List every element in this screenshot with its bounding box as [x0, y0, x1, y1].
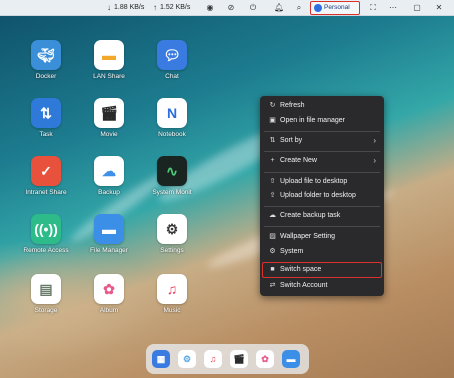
app-chat[interactable]: 💬︎ Chat	[144, 40, 200, 80]
sort-icon: ⇅	[269, 137, 276, 144]
more-icon[interactable]: ⋯	[388, 3, 398, 13]
menu-divider	[264, 226, 380, 227]
window-icon[interactable]: ▢	[412, 3, 422, 13]
image-icon: ▨	[269, 233, 276, 240]
chevron-right-icon: ›	[373, 156, 376, 165]
download-speed: 1.88 KB/s	[114, 4, 145, 11]
cloud-icon: ☁	[94, 156, 124, 186]
app-notebook[interactable]: N Notebook	[144, 98, 200, 138]
monitor-icon: ∿	[157, 156, 187, 186]
user-icon	[314, 4, 322, 12]
app-docker[interactable]: 🐳︎ Docker	[18, 40, 74, 80]
music-icon: ♫	[157, 274, 187, 304]
folder-icon: ▬	[94, 40, 124, 70]
upload-folder-icon: ⇪	[269, 192, 276, 199]
top-status-bar: ↓ 1.88 KB/s ↑ 1.52 KB/s ◉ ⊘ ⏻ 🔔︎ ⌕ Perso…	[0, 0, 454, 16]
menu-item-switch-account[interactable]: ⇄ Switch Account	[260, 280, 384, 292]
chevron-right-icon: ›	[373, 136, 376, 145]
app-movie[interactable]: 🎬︎ Movie	[81, 98, 137, 138]
menu-item-upload-folder[interactable]: ⇪ Upload folder to desktop	[260, 190, 384, 202]
arrow-down-icon: ↓	[107, 3, 111, 12]
menu-item-sort-by[interactable]: ⇅ Sort by ›	[260, 135, 384, 147]
app-file-manager[interactable]: ▬ File Manager	[81, 214, 137, 254]
menu-item-refresh[interactable]: ↻ Refresh	[260, 100, 384, 112]
music-icon[interactable]: ♫	[204, 350, 222, 368]
file-manager-icon: ▣	[269, 117, 276, 124]
user-label: Personal	[324, 4, 350, 11]
gear-icon: ⚙	[157, 214, 187, 244]
storage-icon: ▤	[31, 274, 61, 304]
desktop-context-menu: ↻ Refresh ▣ Open in file manager ⇅ Sort …	[260, 96, 384, 296]
switch-icon: ■	[270, 266, 275, 273]
movie-icon: 🎬︎	[94, 98, 124, 128]
folder-icon: ▬	[94, 214, 124, 244]
docker-icon: 🐳︎	[31, 40, 61, 70]
app-music[interactable]: ♫ Music	[144, 274, 200, 314]
menu-item-create-new[interactable]: + Create New ›	[260, 155, 384, 167]
app-storage[interactable]: ▤ Storage	[18, 274, 74, 314]
album-icon[interactable]: ✿	[256, 350, 274, 368]
app-system-monitor[interactable]: ∿ System Monit	[144, 156, 200, 196]
notebook-icon: N	[157, 98, 187, 128]
menu-divider	[264, 131, 380, 132]
swap-icon: ⇄	[269, 282, 276, 289]
app-remote-access[interactable]: ((•)) Remote Access	[18, 214, 74, 254]
menu-divider	[264, 206, 380, 207]
arrow-up-icon: ↑	[153, 3, 157, 12]
dock: ▦ ⚙ ♫ 🎬︎ ✿ ▬	[146, 344, 309, 374]
folder-icon[interactable]: ▬	[282, 350, 300, 368]
settings-app-icon[interactable]: ⚙	[178, 350, 196, 368]
app-grid-icon[interactable]: ▦	[152, 350, 170, 368]
chat-icon: 💬︎	[157, 40, 187, 70]
search-icon[interactable]: ⌕	[294, 3, 304, 13]
remote-icon: ((•))	[31, 214, 61, 244]
gear-icon: ⚙	[269, 248, 276, 255]
app-backup[interactable]: ☁ Backup	[81, 156, 137, 196]
menu-item-open-in-file-manager[interactable]: ▣ Open in file manager	[260, 115, 384, 127]
close-icon[interactable]: ✕	[434, 3, 444, 13]
user-switch-button[interactable]: Personal	[310, 1, 360, 15]
menu-item-switch-space[interactable]: ■ Switch space	[260, 264, 384, 276]
app-task[interactable]: ⇅ Task	[18, 98, 74, 138]
bell-icon[interactable]: 🔔︎	[274, 3, 284, 13]
task-icon: ⇅	[31, 98, 61, 128]
fullscreen-icon[interactable]: ⛶	[368, 3, 378, 13]
movie-icon[interactable]: 🎬︎	[230, 350, 248, 368]
album-icon: ✿	[94, 274, 124, 304]
plus-icon: +	[270, 157, 275, 164]
app-lan-share[interactable]: ▬ LAN Share	[81, 40, 137, 80]
power-icon[interactable]: ⏻	[248, 3, 258, 13]
menu-item-wallpaper-setting[interactable]: ▨ Wallpaper Setting	[260, 231, 384, 243]
upload-speed: 1.52 KB/s	[160, 4, 191, 11]
circle-app-icon[interactable]: ◉	[205, 3, 215, 13]
refresh-icon: ↻	[269, 102, 276, 109]
app-settings[interactable]: ⚙ Settings	[144, 214, 200, 254]
no-sign-icon[interactable]: ⊘	[226, 3, 236, 13]
app-album[interactable]: ✿ Album	[81, 274, 137, 314]
menu-item-upload-file[interactable]: ⇧ Upload file to desktop	[260, 176, 384, 188]
menu-divider	[264, 172, 380, 173]
menu-item-system[interactable]: ⚙ System	[260, 246, 384, 258]
menu-divider	[264, 151, 380, 152]
share-icon: ✓	[31, 156, 61, 186]
app-intranet-share[interactable]: ✓ Intranet Share	[18, 156, 74, 196]
menu-item-create-backup-task[interactable]: ☁ Create backup task	[260, 210, 384, 222]
upload-icon: ⇧	[269, 178, 276, 185]
cloud-icon: ☁	[269, 212, 276, 219]
